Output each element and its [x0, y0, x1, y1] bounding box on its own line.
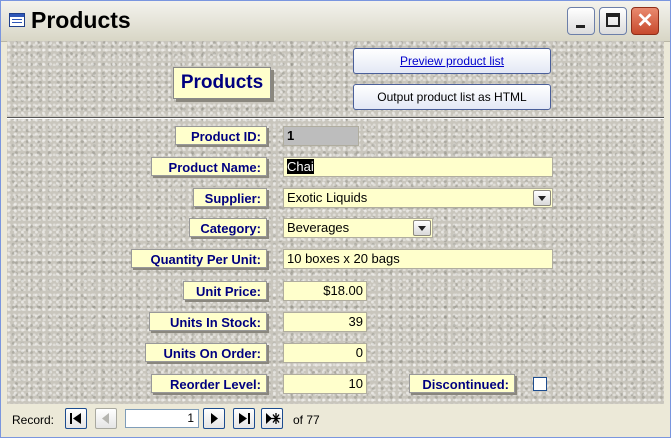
- product-name-value: Chai: [287, 159, 314, 174]
- output-html-button[interactable]: Output product list as HTML: [353, 84, 551, 110]
- discontinued-checkbox[interactable]: [533, 377, 547, 391]
- previous-record-button[interactable]: [95, 408, 117, 429]
- units-on-order-label: Units On Order:: [145, 343, 267, 362]
- form-icon: [9, 13, 25, 27]
- last-record-button[interactable]: [233, 408, 255, 429]
- products-window: Products ✕ Products Preview product list…: [0, 0, 671, 438]
- maximize-button[interactable]: [599, 7, 627, 35]
- window-title: Products: [31, 7, 131, 33]
- quantity-per-unit-label: Quantity Per Unit:: [131, 249, 267, 268]
- new-record-icon: [266, 413, 281, 424]
- product-name-label: Product Name:: [151, 157, 267, 176]
- new-record-button[interactable]: [261, 408, 283, 429]
- category-combobox[interactable]: Beverages: [283, 218, 433, 238]
- first-record-icon: [70, 413, 81, 424]
- preview-product-list-button[interactable]: Preview product list: [353, 48, 551, 74]
- supplier-label: Supplier:: [193, 188, 267, 207]
- title-bar[interactable]: Products ✕: [1, 1, 670, 42]
- quantity-per-unit-field[interactable]: 10 boxes x 20 bags: [283, 249, 553, 269]
- supplier-value: Exotic Liquids: [287, 190, 368, 205]
- units-in-stock-label: Units In Stock:: [149, 312, 267, 331]
- record-navigation-bar: Record: 1 of 77: [7, 404, 664, 434]
- category-value: Beverages: [287, 220, 350, 235]
- form-header-title: Products: [173, 67, 271, 99]
- category-label: Category:: [189, 218, 267, 237]
- units-in-stock-field[interactable]: 39: [283, 312, 367, 332]
- current-record-input[interactable]: 1: [125, 409, 199, 428]
- last-record-icon: [239, 413, 250, 424]
- supplier-combobox[interactable]: Exotic Liquids: [283, 188, 553, 208]
- record-label: Record:: [12, 413, 55, 427]
- unit-price-field[interactable]: $18.00: [283, 281, 367, 301]
- units-on-order-field[interactable]: 0: [283, 343, 367, 363]
- reorder-level-label: Reorder Level:: [151, 374, 267, 393]
- discontinued-label: Discontinued:: [409, 374, 515, 393]
- form-body: Products Preview product list Output pro…: [7, 41, 664, 404]
- product-name-field[interactable]: Chai: [283, 157, 553, 177]
- chevron-down-icon[interactable]: [413, 220, 431, 236]
- next-record-icon: [211, 413, 218, 424]
- close-icon: ✕: [636, 10, 654, 32]
- minimize-button[interactable]: [567, 7, 595, 35]
- next-record-button[interactable]: [203, 408, 225, 429]
- first-record-button[interactable]: [65, 408, 87, 429]
- of-label: of: [293, 413, 304, 427]
- section-divider: [7, 117, 664, 119]
- record-count: of 77: [293, 413, 320, 427]
- product-id-field[interactable]: 1: [283, 126, 359, 146]
- previous-record-icon: [102, 413, 109, 424]
- total-records: 77: [306, 413, 320, 427]
- reorder-level-field[interactable]: 10: [283, 374, 367, 394]
- close-button[interactable]: ✕: [631, 7, 659, 35]
- chevron-down-icon[interactable]: [533, 190, 551, 206]
- product-id-label: Product ID:: [175, 126, 267, 145]
- unit-price-label: Unit Price:: [183, 281, 267, 300]
